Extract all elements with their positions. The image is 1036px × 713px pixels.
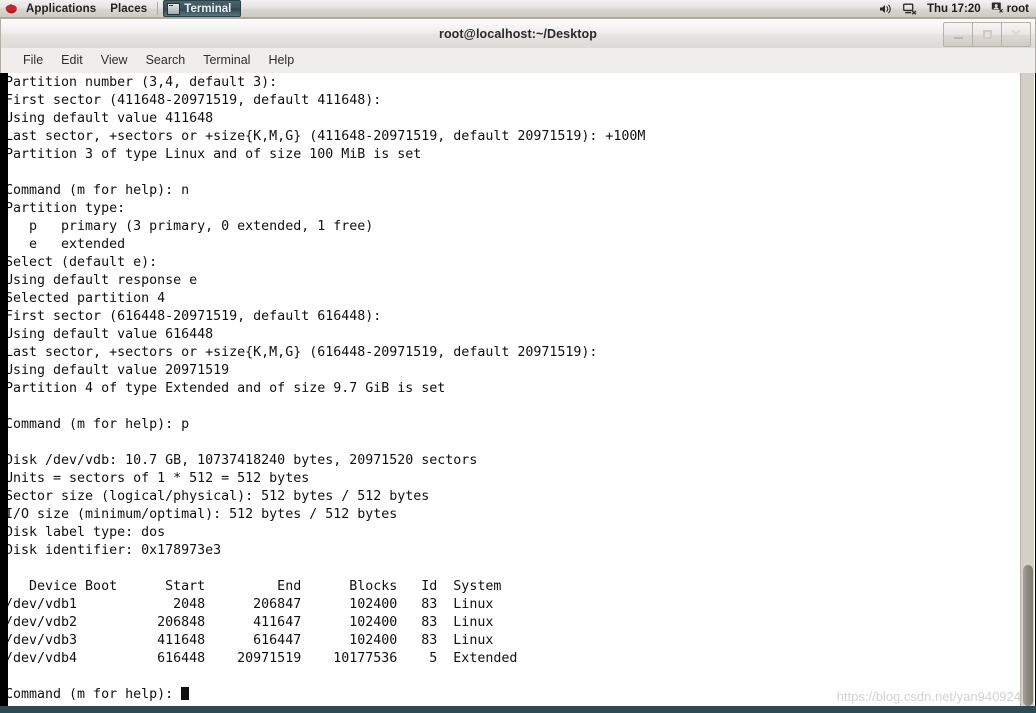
minimize-icon	[953, 37, 963, 39]
terminal-line: Select (default e):	[5, 255, 158, 270]
panel-clock[interactable]: Thu 17:20	[927, 3, 981, 15]
terminal-line: Command (m for help): p	[5, 417, 190, 432]
close-button[interactable]: ✕	[1001, 22, 1031, 47]
terminal-line: Partition number (3,4, default 3):	[5, 75, 278, 90]
terminal-line: Using default value 20971519	[5, 363, 230, 378]
applications-menu[interactable]: Applications	[19, 0, 103, 18]
terminal-line: Last sector, +sectors or +size{K,M,G} (4…	[5, 129, 646, 144]
terminal-line: Disk label type: dos	[5, 525, 166, 540]
top-panel: Applications Places Terminal Thu 17:20 r…	[0, 0, 1036, 18]
terminal-line: Using default response e	[5, 273, 198, 288]
panel-separator	[157, 2, 159, 15]
menu-file[interactable]: File	[14, 48, 52, 73]
window-title: root@localhost:~/Desktop	[438, 26, 597, 41]
places-menu[interactable]: Places	[103, 0, 154, 18]
terminal-line: Sector size (logical/physical): 512 byte…	[5, 489, 430, 504]
terminal-line: First sector (411648-20971519, default 4…	[5, 93, 382, 108]
minimize-button[interactable]	[943, 22, 973, 47]
terminal-line: Disk identifier: 0x178973e3	[5, 543, 222, 558]
user-label: root	[1006, 2, 1029, 15]
menubar: File Edit View Search Terminal Help	[0, 48, 1036, 73]
terminal-line: Device Boot Start End Blocks Id System	[5, 579, 502, 594]
network-disconnected-icon[interactable]	[903, 3, 917, 15]
terminal-line: Disk /dev/vdb: 10.7 GB, 10737418240 byte…	[5, 453, 478, 468]
terminal-text: Partition number (3,4, default 3): First …	[5, 74, 1005, 704]
terminal-line: /dev/vdb4 616448 20971519 10177536 5 Ext…	[5, 651, 518, 666]
top-panel-right: Thu 17:20 root	[879, 0, 1036, 18]
terminal-cursor	[181, 687, 190, 700]
terminal-line: Units = sectors of 1 * 512 = 512 bytes	[5, 471, 310, 486]
speaker-icon[interactable]	[879, 3, 893, 15]
terminal-line: e extended	[5, 237, 126, 252]
taskbar-item-terminal[interactable]: Terminal	[163, 0, 242, 17]
user-icon	[991, 1, 1003, 16]
user-menu[interactable]: root	[991, 1, 1029, 16]
menu-terminal[interactable]: Terminal	[194, 48, 259, 73]
terminal-line: I/O size (minimum/optimal): 512 bytes / …	[5, 507, 398, 522]
terminal-line: /dev/vdb1 2048 206847 102400 83 Linux	[5, 597, 494, 612]
top-panel-left: Applications Places Terminal	[0, 0, 242, 18]
terminal-line: /dev/vdb3 411648 616447 102400 83 Linux	[5, 633, 494, 648]
terminal-line: Selected partition 4	[5, 291, 166, 306]
terminal-output-area[interactable]: Partition number (3,4, default 3): First …	[0, 73, 1036, 706]
menu-view[interactable]: View	[92, 48, 137, 73]
redhat-logo-icon	[4, 0, 19, 18]
taskbar-item-label: Terminal	[184, 2, 232, 15]
terminal-line: Last sector, +sectors or +size{K,M,G} (6…	[5, 345, 598, 360]
menu-help[interactable]: Help	[259, 48, 303, 73]
terminal-scrollbar[interactable]	[1020, 73, 1034, 706]
maximize-button[interactable]	[972, 22, 1002, 47]
terminal-line: Using default value 616448	[5, 327, 214, 342]
terminal-line: Partition 4 of type Extended and of size…	[5, 381, 446, 396]
menu-edit[interactable]: Edit	[52, 48, 92, 73]
scrollbar-thumb[interactable]	[1023, 565, 1033, 706]
window-titlebar[interactable]: root@localhost:~/Desktop ✕	[0, 18, 1036, 48]
terminal-line: /dev/vdb2 206848 411647 102400 83 Linux	[5, 615, 494, 630]
terminal-line: Command (m for help): n	[5, 183, 190, 198]
terminal-window: root@localhost:~/Desktop ✕ File Edit Vie…	[0, 18, 1036, 706]
maximize-icon	[982, 30, 992, 39]
terminal-prompt-text: Command (m for help):	[5, 687, 182, 702]
terminal-line: Using default value 411648	[5, 111, 214, 126]
menu-search[interactable]: Search	[137, 48, 195, 73]
terminal-line: Partition 3 of type Linux and of size 10…	[5, 147, 422, 162]
terminal-line: p primary (3 primary, 0 extended, 1 free…	[5, 219, 374, 234]
terminal-line: First sector (616448-20971519, default 6…	[5, 309, 382, 324]
terminal-icon	[167, 2, 181, 15]
close-icon: ✕	[1010, 27, 1022, 42]
watermark-text: https://blog.csdn.net/yan940924	[836, 689, 1021, 704]
terminal-line: Partition type:	[5, 201, 126, 216]
window-controls: ✕	[943, 22, 1031, 47]
